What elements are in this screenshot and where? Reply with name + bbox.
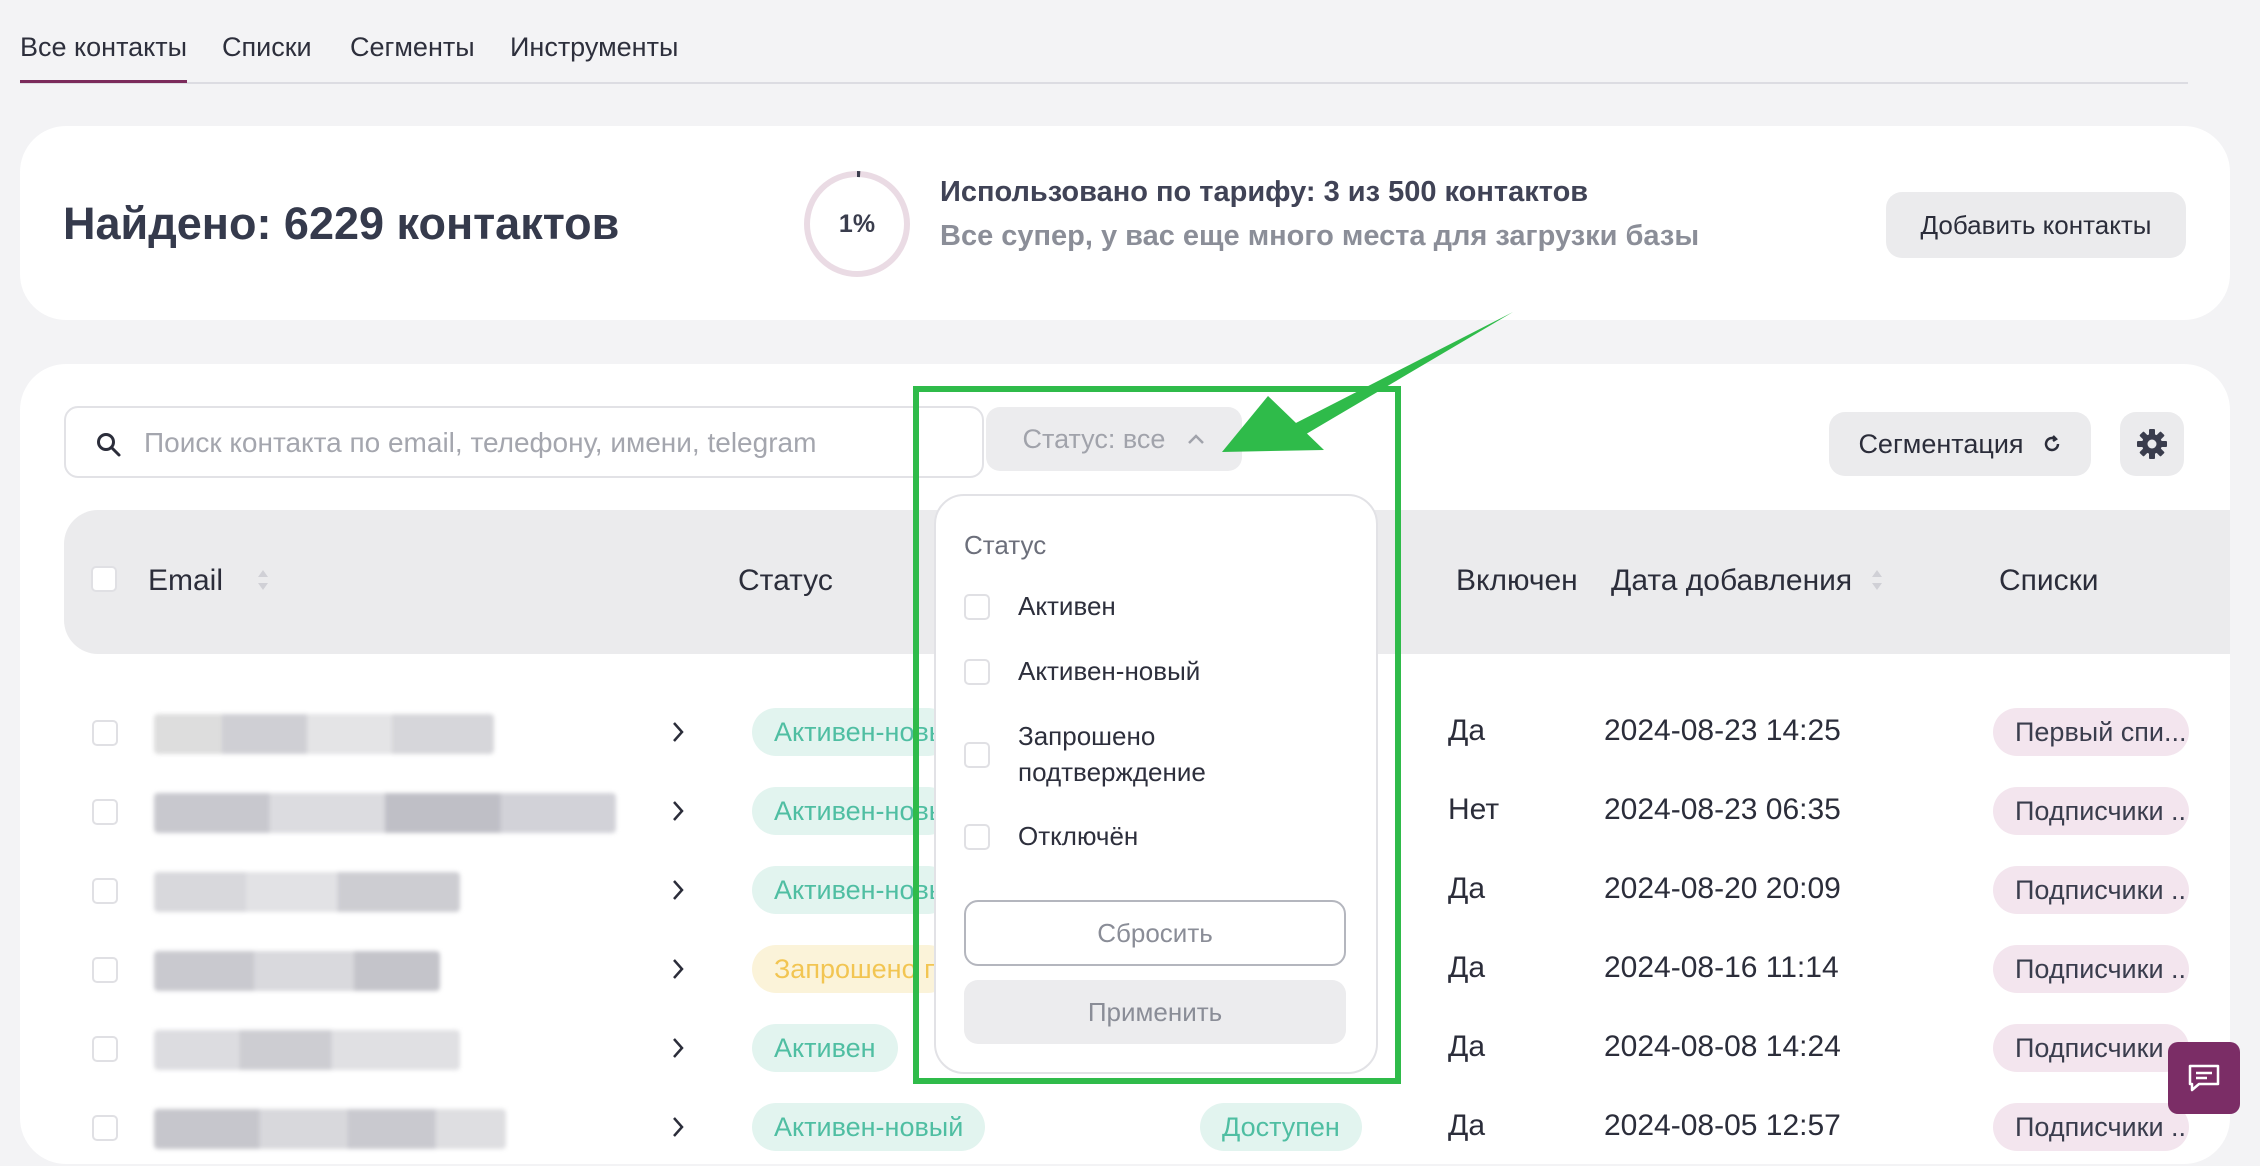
chevron-right-icon[interactable] (668, 878, 688, 902)
tab-bar: Все контакты Списки Сегменты Инструменты (20, 20, 2188, 84)
row-checkbox[interactable] (92, 878, 118, 904)
header-lists: Списки (1999, 564, 2099, 597)
usage-text: Использовано по тарифу: 3 из 500 контакт… (940, 176, 1589, 208)
email-redacted (154, 1109, 506, 1149)
header-enabled: Включен (1456, 564, 1578, 597)
date-value: 2024-08-20 20:09 (1604, 872, 1841, 905)
tab-segments[interactable]: Сегменты (350, 32, 475, 63)
select-all-checkbox[interactable] (91, 566, 117, 592)
header-status: Статус (738, 564, 833, 597)
search-icon (97, 433, 121, 457)
segmentation-button[interactable]: Сегментация (1829, 412, 2091, 476)
status-badge: Активен (752, 1024, 898, 1072)
add-contacts-button[interactable]: Добавить контакты (1886, 192, 2186, 258)
row-checkbox[interactable] (92, 957, 118, 983)
header-date-added[interactable]: Дата добавления (1611, 564, 1852, 598)
list-badge: Подписчики ... (1993, 1024, 2189, 1072)
chevron-right-icon[interactable] (668, 799, 688, 823)
row-checkbox[interactable] (92, 1036, 118, 1062)
gear-icon (2137, 429, 2167, 459)
status-badge: Активен-новый (752, 1103, 986, 1151)
table-row[interactable]: Активен-новый Доступен Да 2024-08-05 12:… (20, 1087, 2230, 1166)
segmentation-label: Сегментация (1858, 428, 2024, 459)
list-badge: Подписчики ... (1993, 787, 2189, 835)
refresh-icon (2044, 435, 2059, 452)
list-badge: Подписчики ... (1993, 866, 2189, 914)
email-redacted (154, 951, 440, 991)
list-badge: Подписчики ... (1993, 1103, 2189, 1151)
summary-card: Найдено: 6229 контактов 1% Использовано … (20, 126, 2230, 320)
sort-icon[interactable] (256, 568, 270, 592)
date-value: 2024-08-23 06:35 (1604, 793, 1841, 826)
chat-button[interactable] (2168, 1042, 2240, 1114)
chevron-right-icon[interactable] (668, 1115, 688, 1139)
enabled-value: Да (1448, 872, 1486, 905)
enabled-value: Да (1448, 1030, 1486, 1063)
search-box (64, 406, 984, 478)
row-checkbox[interactable] (92, 799, 118, 825)
list-badge: Подписчики ... (1993, 945, 2189, 993)
chevron-right-icon[interactable] (668, 720, 688, 744)
usage-subtext: Все супер, у вас еще много места для заг… (940, 220, 1700, 252)
date-value: 2024-08-23 14:25 (1604, 714, 1841, 747)
annotation-arrow (1222, 312, 1513, 452)
date-value: 2024-08-08 14:24 (1604, 1030, 1841, 1063)
header-email[interactable]: Email (148, 564, 223, 598)
email-redacted (154, 872, 460, 912)
chat-icon (2188, 1064, 2220, 1092)
found-count: Найдено: 6229 контактов (63, 198, 620, 249)
row-checkbox[interactable] (92, 1115, 118, 1141)
tab-tools[interactable]: Инструменты (510, 32, 678, 63)
date-value: 2024-08-05 12:57 (1604, 1109, 1841, 1142)
availability-badge: Доступен (1200, 1103, 1362, 1151)
enabled-value: Нет (1448, 793, 1500, 826)
tab-all-contacts[interactable]: Все контакты (20, 32, 188, 83)
sort-icon[interactable] (1870, 568, 1884, 592)
email-redacted (154, 714, 494, 754)
row-checkbox[interactable] (92, 720, 118, 746)
chevron-right-icon[interactable] (668, 1036, 688, 1060)
tab-lists[interactable]: Списки (222, 32, 312, 63)
email-redacted (154, 793, 616, 833)
usage-percent: 1% (838, 209, 876, 238)
enabled-value: Да (1448, 1109, 1486, 1142)
search-input[interactable] (142, 418, 966, 468)
list-badge: Первый спи... (1993, 708, 2189, 756)
date-value: 2024-08-16 11:14 (1604, 951, 1839, 984)
enabled-value: Да (1448, 714, 1486, 747)
annotation-highlight-box (913, 386, 1401, 1084)
enabled-value: Да (1448, 951, 1486, 984)
email-redacted (154, 1030, 460, 1070)
settings-button[interactable] (2120, 412, 2184, 476)
chevron-right-icon[interactable] (668, 957, 688, 981)
